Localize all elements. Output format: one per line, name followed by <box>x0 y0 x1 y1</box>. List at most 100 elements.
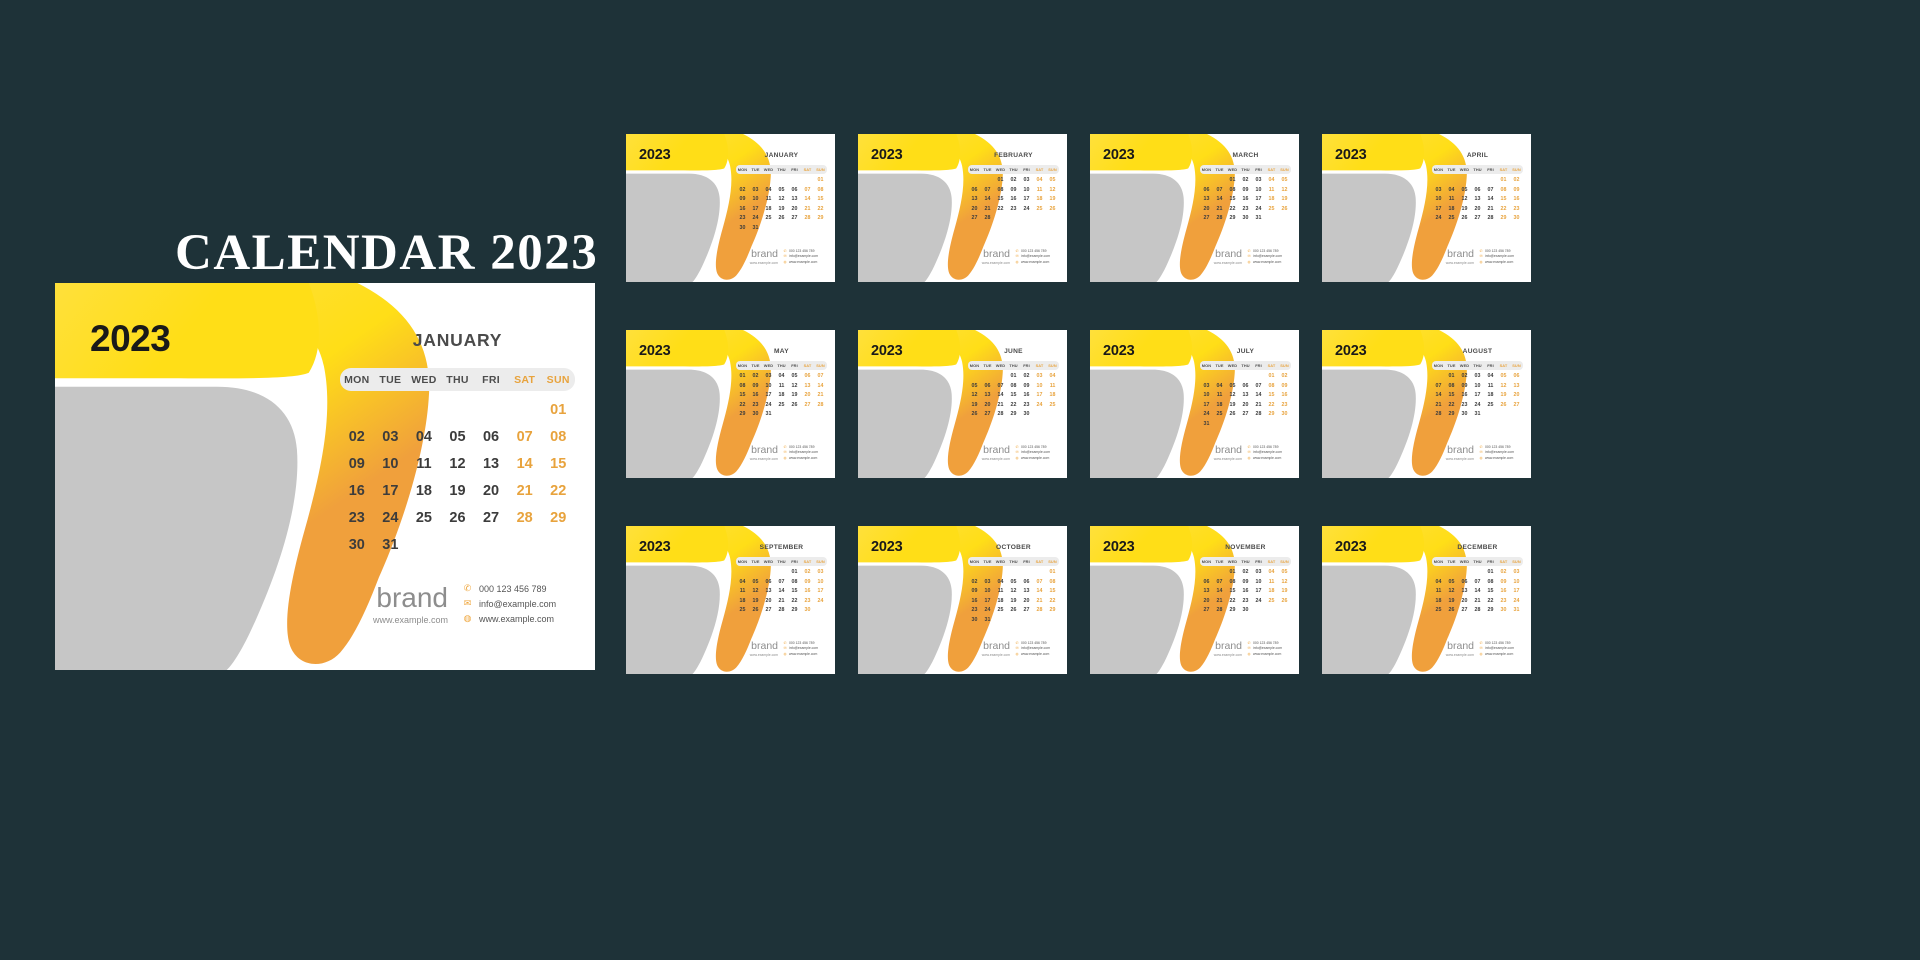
day-cell[interactable]: 19 <box>775 206 788 214</box>
day-cell[interactable]: 18 <box>1445 206 1458 214</box>
day-cell[interactable]: 22 <box>788 598 801 606</box>
day-cell[interactable]: 24 <box>749 215 762 223</box>
day-cell[interactable]: 01 <box>736 373 749 381</box>
day-cell[interactable]: 14 <box>1471 588 1484 596</box>
day-cell[interactable]: 09 <box>1239 187 1252 195</box>
day-cell[interactable]: 27 <box>474 508 508 528</box>
day-cell[interactable]: 23 <box>801 598 814 606</box>
day-cell[interactable]: 27 <box>1471 215 1484 223</box>
day-cell[interactable]: 18 <box>1213 402 1226 410</box>
day-cell[interactable]: 21 <box>1471 598 1484 606</box>
day-cell[interactable]: 12 <box>1046 187 1059 195</box>
day-cell[interactable]: 15 <box>1445 392 1458 400</box>
day-cell[interactable]: 20 <box>1458 598 1471 606</box>
day-cell[interactable]: 12 <box>1007 588 1020 596</box>
day-cell[interactable]: 31 <box>1471 411 1484 419</box>
day-cell[interactable]: 17 <box>374 481 408 501</box>
day-cell[interactable]: 25 <box>407 508 441 528</box>
day-cell[interactable]: 31 <box>1252 215 1265 223</box>
day-cell[interactable]: 07 <box>801 187 814 195</box>
day-cell[interactable]: 02 <box>1239 569 1252 577</box>
contact-row[interactable]: ✆ 000 123 456 789 <box>1247 445 1282 449</box>
day-cell[interactable]: 07 <box>1252 383 1265 391</box>
day-cell[interactable]: 23 <box>1239 206 1252 214</box>
day-cell[interactable]: 28 <box>1252 411 1265 419</box>
day-cell[interactable]: 02 <box>749 373 762 381</box>
day-cell[interactable]: 26 <box>1007 607 1020 615</box>
day-cell[interactable]: 21 <box>1033 598 1046 606</box>
day-cell[interactable]: 06 <box>1200 187 1213 195</box>
day-cell[interactable]: 29 <box>1046 607 1059 615</box>
day-cell[interactable]: 18 <box>1033 196 1046 204</box>
day-cell[interactable]: 20 <box>762 598 775 606</box>
day-cell[interactable]: 27 <box>1020 607 1033 615</box>
day-cell[interactable]: 15 <box>788 588 801 596</box>
day-cell[interactable]: 25 <box>1432 607 1445 615</box>
day-cell[interactable]: 22 <box>736 402 749 410</box>
day-cell[interactable]: 21 <box>814 392 827 400</box>
day-cell[interactable]: 06 <box>1200 579 1213 587</box>
day-cell[interactable]: 28 <box>1432 411 1445 419</box>
day-cell[interactable]: 03 <box>1033 373 1046 381</box>
day-cell[interactable]: 23 <box>1278 402 1291 410</box>
day-cell[interactable]: 25 <box>994 607 1007 615</box>
day-cell[interactable]: 25 <box>1265 206 1278 214</box>
day-cell[interactable]: 09 <box>1007 187 1020 195</box>
day-cell[interactable]: 26 <box>788 402 801 410</box>
day-cell[interactable]: 11 <box>1033 187 1046 195</box>
day-cell[interactable]: 30 <box>1239 215 1252 223</box>
day-cell[interactable]: 13 <box>788 196 801 204</box>
day-cell[interactable]: 24 <box>814 598 827 606</box>
day-cell[interactable]: 21 <box>1213 598 1226 606</box>
day-cell[interactable]: 02 <box>1510 177 1523 185</box>
day-cell[interactable]: 18 <box>762 206 775 214</box>
day-cell[interactable]: 28 <box>1484 215 1497 223</box>
day-cell[interactable]: 31 <box>1510 607 1523 615</box>
day-cell[interactable]: 30 <box>340 535 374 555</box>
day-cell[interactable]: 23 <box>1020 402 1033 410</box>
day-cell[interactable]: 20 <box>1200 598 1213 606</box>
day-cell[interactable]: 05 <box>1226 383 1239 391</box>
day-cell[interactable]: 30 <box>801 607 814 615</box>
day-cell[interactable]: 01 <box>1007 373 1020 381</box>
day-cell[interactable]: 08 <box>1497 187 1510 195</box>
day-cell[interactable]: 07 <box>994 383 1007 391</box>
day-cell[interactable]: 20 <box>1200 206 1213 214</box>
day-cell[interactable]: 28 <box>775 607 788 615</box>
day-cell[interactable]: 17 <box>749 206 762 214</box>
day-cell[interactable]: 30 <box>749 411 762 419</box>
day-cell[interactable]: 15 <box>541 454 575 474</box>
day-cell[interactable]: 02 <box>1007 177 1020 185</box>
contact-row[interactable]: ◍ www.example.com <box>1479 260 1514 264</box>
day-cell[interactable]: 15 <box>1007 392 1020 400</box>
day-cell[interactable]: 09 <box>1278 383 1291 391</box>
contact-row[interactable]: ✆ 000 123 456 789 <box>1015 445 1050 449</box>
day-cell[interactable]: 22 <box>1445 402 1458 410</box>
day-cell[interactable]: 14 <box>994 392 1007 400</box>
day-cell[interactable]: 07 <box>1471 579 1484 587</box>
day-cell[interactable]: 24 <box>1510 598 1523 606</box>
day-cell[interactable]: 24 <box>1471 402 1484 410</box>
day-cell[interactable]: 14 <box>1484 196 1497 204</box>
day-cell[interactable]: 05 <box>788 373 801 381</box>
day-cell[interactable]: 13 <box>981 392 994 400</box>
day-cell[interactable]: 10 <box>1252 187 1265 195</box>
day-cell[interactable]: 18 <box>1432 598 1445 606</box>
thumbnail-card-february[interactable]: 2023 FEBRUARY MON TUE WED THU FRI SAT SUN 01 02… <box>858 134 1067 282</box>
day-cell[interactable]: 17 <box>1200 402 1213 410</box>
thumbnail-card-june[interactable]: 2023 JUNE MON TUE WED THU FRI SAT SUN 01 02 03 04… <box>858 330 1067 478</box>
day-cell[interactable]: 22 <box>1007 402 1020 410</box>
day-cell[interactable]: 18 <box>736 598 749 606</box>
day-cell[interactable]: 03 <box>762 373 775 381</box>
day-cell[interactable]: 26 <box>775 215 788 223</box>
day-cell[interactable]: 12 <box>1226 392 1239 400</box>
day-cell[interactable]: 25 <box>1046 402 1059 410</box>
contact-row[interactable]: ◍ www.example.com <box>1479 652 1514 656</box>
day-cell[interactable]: 09 <box>1510 187 1523 195</box>
day-cell[interactable]: 12 <box>1458 196 1471 204</box>
day-cell[interactable]: 16 <box>340 481 374 501</box>
day-cell[interactable]: 31 <box>374 535 408 555</box>
day-cell[interactable]: 20 <box>968 206 981 214</box>
contact-row[interactable]: ◍ www.example.com <box>1247 652 1282 656</box>
day-cell[interactable]: 01 <box>541 400 575 420</box>
